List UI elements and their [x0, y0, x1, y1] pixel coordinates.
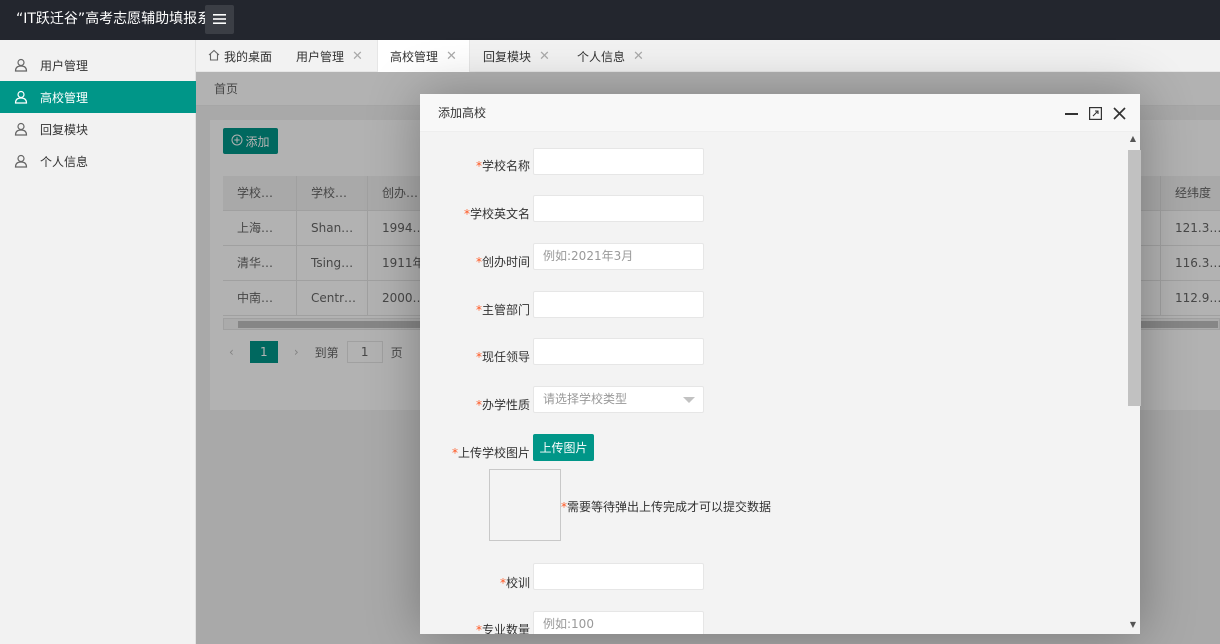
- user-icon: [14, 154, 28, 168]
- user-icon: [14, 90, 28, 104]
- top-bar: “IT跃迁谷”高考志愿辅助填报系: [0, 0, 1220, 40]
- tab-universities[interactable]: 高校管理 ✕: [377, 40, 470, 72]
- upload-image-button[interactable]: 上传图片: [533, 434, 594, 461]
- tab-label: 用户管理: [296, 49, 345, 64]
- user-icon: [14, 58, 28, 72]
- minimize-icon[interactable]: [1063, 105, 1079, 121]
- close-icon[interactable]: ✕: [539, 49, 550, 64]
- field-label-school-type: *办学性质: [475, 398, 530, 412]
- motto-input[interactable]: [533, 563, 704, 590]
- major-count-input[interactable]: 例如:100: [533, 611, 704, 634]
- tab-users[interactable]: 用户管理 ✕: [284, 40, 375, 72]
- tab-label: 我的桌面: [224, 49, 273, 64]
- image-preview: [489, 469, 561, 541]
- school-name-input[interactable]: [533, 148, 704, 175]
- field-label-school-name: *学校名称: [475, 159, 530, 173]
- scroll-up-icon[interactable]: ▲: [1128, 134, 1138, 143]
- sidebar-item-universities[interactable]: 高校管理: [0, 81, 196, 113]
- founded-date-input[interactable]: 例如:2021年3月: [533, 243, 704, 270]
- field-label-major-count: *专业数量: [475, 623, 530, 634]
- tab-label: 高校管理: [390, 49, 439, 64]
- sidebar-item-replies[interactable]: 回复模块: [0, 113, 196, 145]
- scrollbar-thumb[interactable]: [1128, 150, 1141, 406]
- close-icon[interactable]: ✕: [352, 49, 363, 64]
- dialog-form: *学校名称 *学校英文名 *创办时间 例如:2021年3月 *主管部门 *现任领…: [420, 132, 1124, 634]
- home-icon: [208, 49, 220, 64]
- dialog-header: 添加高校: [420, 94, 1140, 132]
- field-label-english-name: *学校英文名: [463, 207, 530, 221]
- sidebar-item-label: 个人信息: [40, 154, 89, 169]
- field-label-department: *主管部门: [475, 303, 530, 317]
- sidebar-item-label: 高校管理: [40, 90, 89, 105]
- sidebar-item-users[interactable]: 用户管理: [0, 49, 196, 81]
- tab-replies[interactable]: 回复模块 ✕: [471, 40, 562, 72]
- tab-desktop[interactable]: 我的桌面: [196, 40, 284, 72]
- sidebar-item-label: 用户管理: [40, 58, 89, 73]
- add-university-dialog: 添加高校 *学校名称 *学校英文名 *创办时间 例如:2021年3月 *主管部门…: [420, 94, 1141, 634]
- menu-toggle-button[interactable]: [205, 5, 234, 34]
- scroll-down-icon[interactable]: ▼: [1128, 620, 1138, 629]
- department-input[interactable]: [533, 291, 704, 318]
- chevron-down-icon: [683, 397, 695, 403]
- tab-profile[interactable]: 个人信息 ✕: [565, 40, 656, 72]
- sidebar-item-profile[interactable]: 个人信息: [0, 145, 196, 177]
- upload-hint: *需要等待弹出上传完成才可以提交数据: [561, 500, 772, 514]
- field-label-upload: *上传学校图片: [451, 446, 530, 460]
- tab-label: 个人信息: [577, 49, 626, 64]
- field-label-motto: *校训: [499, 576, 530, 590]
- tab-label: 回复模块: [483, 49, 532, 64]
- english-name-input[interactable]: [533, 195, 704, 222]
- field-label-founded: *创办时间: [475, 255, 530, 269]
- select-value: 请选择学校类型: [543, 392, 628, 406]
- close-icon[interactable]: [1111, 105, 1127, 121]
- dialog-scrollbar[interactable]: ▲ ▼: [1124, 132, 1141, 634]
- leader-input[interactable]: [533, 338, 704, 365]
- maximize-icon[interactable]: [1087, 105, 1103, 121]
- school-type-select[interactable]: 请选择学校类型: [533, 386, 704, 413]
- sidebar: 用户管理 高校管理 回复模块 个人信息: [0, 40, 196, 644]
- close-icon[interactable]: ✕: [633, 49, 644, 64]
- field-label-leader: *现任领导: [475, 350, 530, 364]
- sidebar-item-label: 回复模块: [40, 122, 89, 137]
- app-title: “IT跃迁谷”高考志愿辅助填报系: [16, 11, 212, 27]
- tab-bar: 我的桌面 用户管理 ✕ 高校管理 ✕ 回复模块 ✕ 个人信息 ✕: [196, 40, 1220, 72]
- close-icon[interactable]: ✕: [446, 49, 457, 64]
- hamburger-icon: [213, 13, 226, 27]
- user-icon: [14, 122, 28, 136]
- dialog-title: 添加高校: [438, 106, 487, 120]
